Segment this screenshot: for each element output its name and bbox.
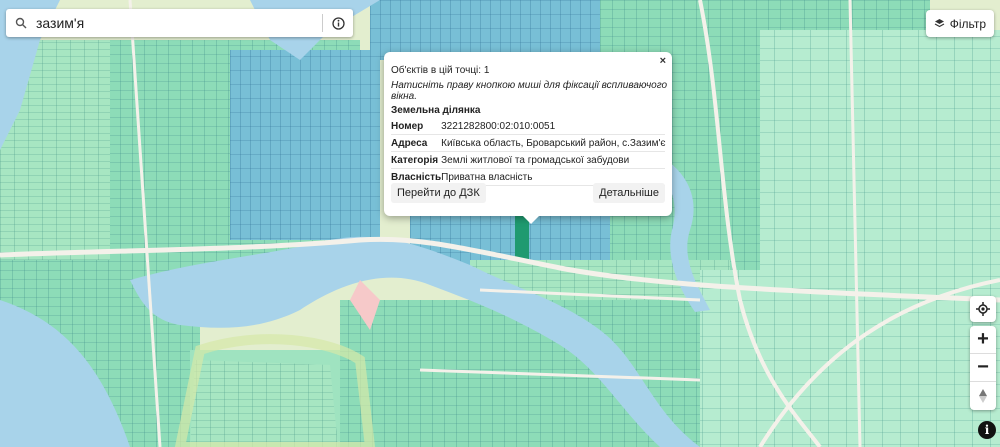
search-icon[interactable] <box>6 17 36 29</box>
popup-objects-count: Об'єктів в цій точці: 1 <box>391 65 490 76</box>
parcel-area-blue-north[interactable] <box>230 50 380 240</box>
popup-title: Земельна ділянка <box>391 105 481 116</box>
go-to-dzk-button[interactable]: Перейти до ДЗК <box>391 183 486 203</box>
row-key: Категорія <box>391 151 442 169</box>
filter-label: Фільтр <box>949 16 986 31</box>
row-value: Київська область, Броварський район, с.З… <box>441 134 666 152</box>
crosshair-icon <box>976 302 990 316</box>
info-icon <box>331 16 345 30</box>
row-key: Номер <box>391 118 442 135</box>
compass-button[interactable] <box>970 382 996 410</box>
popup-pointer <box>523 216 539 224</box>
parcel-popup: × Об'єктів в цій точці: 1 Натисніть прав… <box>384 52 672 224</box>
row-key: Адреса <box>391 134 442 152</box>
popup-close-button[interactable]: × <box>660 55 666 67</box>
table-row: Категорія Землі житлової та громадської з… <box>391 151 666 169</box>
row-value: 3221282800:02:010:0051 <box>441 118 666 135</box>
table-row: Адреса Київська область, Броварський райо… <box>391 134 666 152</box>
search-input[interactable] <box>36 11 322 35</box>
popup-hint: Натисніть праву кнопкою миші для фіксаці… <box>391 80 668 102</box>
details-button[interactable]: Детальніше <box>593 183 665 203</box>
search-info-button[interactable] <box>323 9 353 37</box>
locate-button[interactable] <box>970 296 996 322</box>
layers-icon <box>934 19 945 28</box>
parcel-area-east[interactable] <box>760 30 1000 290</box>
zoom-controls: + − <box>970 326 996 410</box>
zoom-out-button[interactable]: − <box>970 354 996 382</box>
parcel-info-table: Номер 3221282800:02:010:0051 Адреса Київсь… <box>391 118 666 186</box>
compass-icon <box>979 389 987 403</box>
table-row: Номер 3221282800:02:010:0051 <box>391 118 666 135</box>
attribution-info-icon[interactable]: i <box>978 421 996 439</box>
filter-button[interactable]: Фільтр <box>925 10 994 37</box>
zoom-in-button[interactable]: + <box>970 326 996 354</box>
search-bar <box>6 9 353 37</box>
row-value: Землі житлової та громадської забудови <box>441 151 666 169</box>
